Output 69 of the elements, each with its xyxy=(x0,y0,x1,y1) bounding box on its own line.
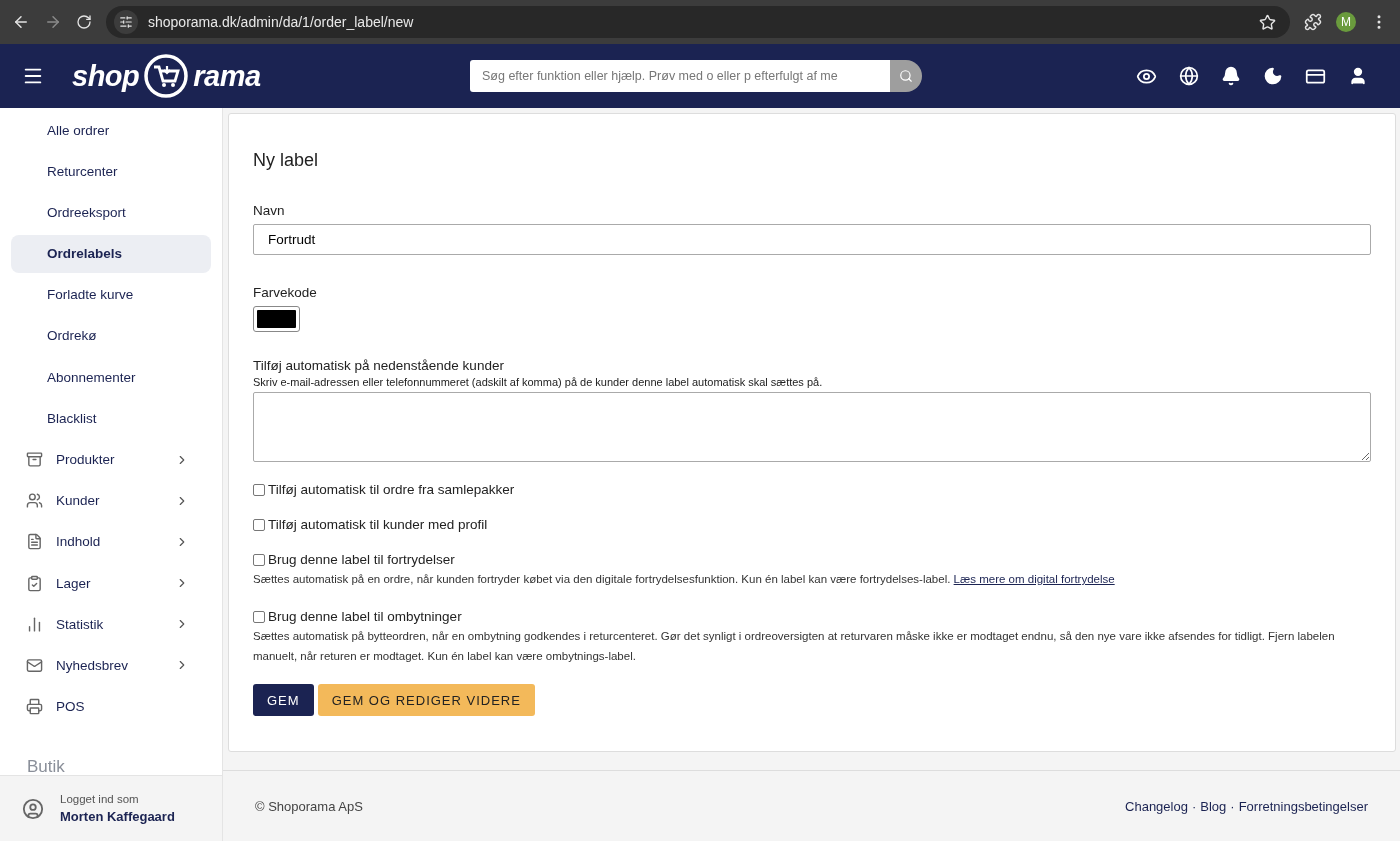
cart-logo-icon xyxy=(143,53,190,99)
sidebar-item[interactable]: Alle ordrer xyxy=(11,111,211,149)
read-more-link[interactable]: Læs mere om digital fortrydelse xyxy=(953,573,1115,585)
checkbox-label: Brug denne label til fortrydelser xyxy=(268,552,455,567)
sidebar-item[interactable]: Ordreeksport xyxy=(11,193,211,232)
checkbox[interactable] xyxy=(253,610,265,623)
sidebar-item[interactable]: POS xyxy=(11,687,211,726)
copyright-text: © Shoporama ApS xyxy=(255,798,363,814)
search-button[interactable] xyxy=(890,60,922,92)
help-text: Skriv e-mail-adressen eller telefonnummeret (adskilt af komma) på de kunder denne label automatisk skal sættes på. xyxy=(253,376,824,388)
checkbox[interactable] xyxy=(253,553,265,566)
footer-link[interactable]: Blog xyxy=(1200,798,1227,814)
checkbox-label: Brug denne label til ombytninger xyxy=(268,609,462,624)
description-text: Sættes automatisk på bytteordren, når en ombytning godkendes i returcenteret. Gør det synligt i ordreoversigten at returvaren måske ikke er modtaget endnu, så den nye vare ikke afsendes for tidligt. Fjern labelen manuelt, når returen er modtaget. Kun én label kan være ombytnings-label. xyxy=(253,629,1336,664)
sidebar-item[interactable]: Abonnementer xyxy=(11,358,211,397)
bar-chart-icon xyxy=(26,615,43,633)
globe-icon[interactable] xyxy=(1179,65,1199,86)
sidebar-item[interactable]: Nyhedsbrev xyxy=(11,646,211,685)
sidebar-item[interactable]: Forladte kurve xyxy=(11,275,211,314)
customers-field[interactable] xyxy=(253,392,1371,462)
sidebar-item[interactable]: Ordrekø xyxy=(11,316,211,355)
site-settings-icon[interactable] xyxy=(114,10,138,34)
description-text: Sættes automatisk på en ordre, når kunden fortryder købet via den digitale fortrydelsesfunktion. Kun én label kan være fortrydelses-label. Læs mere om digital fortrydelse xyxy=(253,572,1116,587)
sidebar-item[interactable]: Returcenter xyxy=(11,152,211,191)
separator-dot: · xyxy=(1230,798,1235,814)
field-label: Tilføj automatisk på nedenstående kunder xyxy=(253,358,505,373)
sidebar-item[interactable]: Produkter xyxy=(11,440,211,479)
user-caption: Logget ind som xyxy=(60,793,140,805)
logo-text: shop xyxy=(72,59,140,93)
printer-icon xyxy=(26,698,43,716)
checkbox[interactable] xyxy=(253,483,265,496)
sidebar-item[interactable]: Indhold xyxy=(11,522,211,561)
sidebar-item[interactable]: Ordrelabels xyxy=(11,234,211,273)
moon-icon[interactable] xyxy=(1263,65,1283,86)
search-icon xyxy=(899,69,913,83)
sidebar-item[interactable]: Kunder xyxy=(11,481,211,520)
checkbox-label: Tilføj automatisk til ordre fra samlepakker xyxy=(268,482,515,497)
back-icon[interactable] xyxy=(12,13,30,31)
field-label: Navn xyxy=(253,203,286,218)
forward-icon[interactable] xyxy=(44,13,62,31)
archive-icon xyxy=(26,451,43,468)
mail-icon xyxy=(26,656,43,674)
sidebar-item[interactable]: Blacklist xyxy=(11,399,211,438)
search-field[interactable]: Søg efter funktion eller hjælp. Prøv med o eller p efterfulgt af me xyxy=(470,60,890,92)
users-icon xyxy=(26,492,43,510)
field-label: Farvekode xyxy=(253,285,318,300)
footer-link[interactable]: Changelog xyxy=(1125,798,1188,814)
user-icon[interactable] xyxy=(1348,65,1368,86)
clipboard-icon xyxy=(26,574,43,592)
reload-icon[interactable] xyxy=(76,14,92,30)
star-icon[interactable] xyxy=(1259,13,1276,31)
user-avatar-icon xyxy=(22,797,44,820)
sidebar-item[interactable]: Lager xyxy=(11,564,211,603)
user-name: Morten Kaffegaard xyxy=(60,809,175,824)
separator-dot: · xyxy=(1191,798,1197,814)
checkbox[interactable] xyxy=(253,518,265,531)
address-bar[interactable]: shoporama.dk/admin/da/1/order_label/new xyxy=(106,6,1290,38)
footer-link[interactable]: Forretningsbetingelser xyxy=(1238,798,1368,814)
name-field[interactable]: Fortrudt xyxy=(253,224,1371,255)
puzzle-icon[interactable] xyxy=(1304,13,1322,31)
document-icon xyxy=(26,533,43,551)
section-heading: Butik xyxy=(26,756,66,775)
bell-icon[interactable] xyxy=(1221,65,1241,86)
save-button[interactable]: GEM xyxy=(253,684,314,716)
save-continue-button[interactable]: GEM OG REDIGER VIDERE xyxy=(317,684,535,716)
form-title: Ny label xyxy=(253,150,320,171)
checkbox-label: Tilføj automatisk til kunder med profil xyxy=(268,517,488,532)
sidebar-item[interactable]: Statistik xyxy=(11,605,211,644)
logo-text: rama xyxy=(193,59,261,93)
